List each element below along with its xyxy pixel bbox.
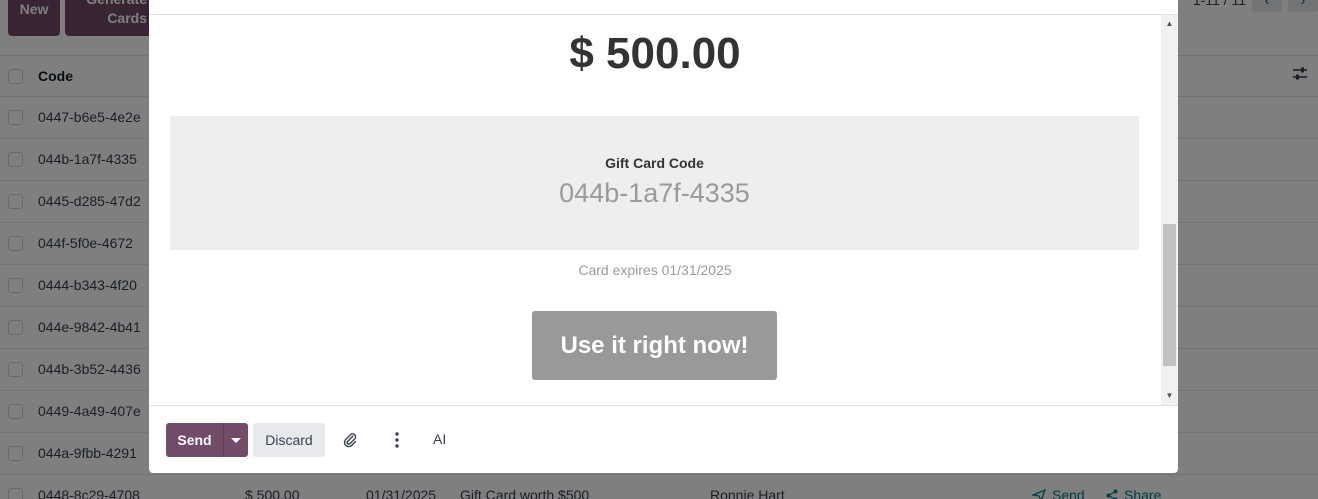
gift-card-code-value: 044b-1a7f-4335 <box>559 178 750 208</box>
dialog-footer: Send Discard AI <box>149 405 1178 473</box>
card-expiration-text: Card expires 01/31/2025 <box>578 262 732 278</box>
gift-card-amount: $ 500.00 <box>569 29 741 78</box>
scroll-up-arrow-icon[interactable]: ▲ <box>1161 17 1178 31</box>
gift-card-email-dialog: $ 500.00 Gift Card Code 044b-1a7f-4335 C… <box>149 0 1178 473</box>
ai-button[interactable]: AI <box>433 431 446 447</box>
caret-down-icon <box>231 437 241 443</box>
use-it-now-button[interactable]: Use it right now! <box>532 311 777 380</box>
email-preview: $ 500.00 Gift Card Code 044b-1a7f-4335 C… <box>149 15 1161 405</box>
gift-card-code-label: Gift Card Code <box>605 155 704 171</box>
discard-button[interactable]: Discard <box>253 423 325 457</box>
more-options-icon[interactable] <box>390 431 404 449</box>
paperclip-icon[interactable] <box>342 431 358 449</box>
send-options-dropdown[interactable] <box>223 423 248 457</box>
gift-card-code-box: Gift Card Code 044b-1a7f-4335 <box>170 116 1139 250</box>
scroll-down-arrow-icon[interactable]: ▼ <box>1161 389 1178 403</box>
scrollbar-thumb[interactable] <box>1163 224 1176 366</box>
send-button[interactable]: Send <box>166 423 223 457</box>
preview-scrollbar[interactable]: ▲ ▼ <box>1161 15 1178 405</box>
